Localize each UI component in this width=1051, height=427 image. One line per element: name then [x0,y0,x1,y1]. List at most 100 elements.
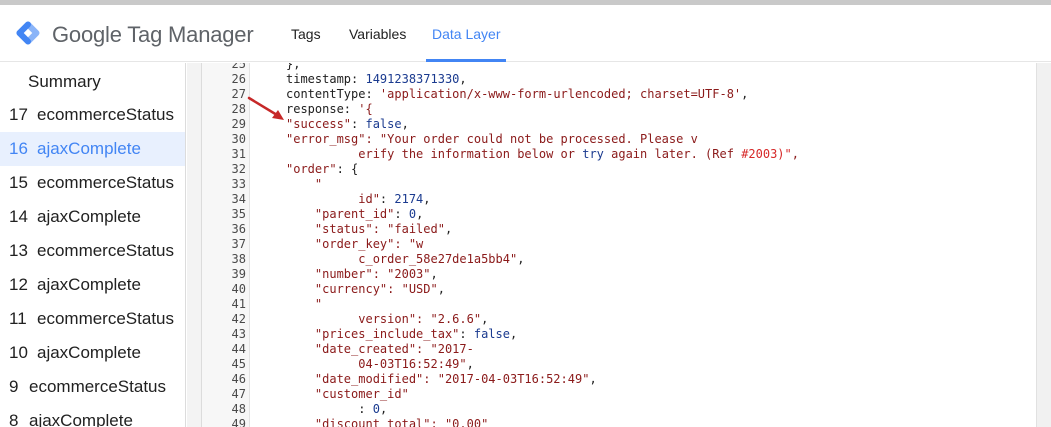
code-token: timestamp: [286,72,366,86]
event-number: 17 [9,105,28,124]
code-token: try [582,147,604,161]
code-line: 39 "number": "2003", [202,267,1036,282]
code-token: "discount_total": "0.00" [286,417,489,427]
event-number: 9 [9,377,19,396]
code-text: response: '{ [286,102,373,117]
app-title[interactable]: Google Tag Manager [52,22,254,48]
sidebar-event-item[interactable]: 9 ecommerceStatus [0,370,185,404]
code-line: 38 c_order_58e27de1a5bb4", [202,252,1036,267]
red-arrow-annotation-icon [247,96,284,120]
event-number: 15 [9,173,28,192]
line-number: 40 [231,282,246,296]
code-token: contentType: [286,87,380,101]
line-number: 25 [231,63,246,71]
code-token: id" [286,192,380,206]
code-token: 'application/x-www-form-urlencoded; char… [379,87,742,101]
sidebar-event-item[interactable]: 14 ajaxComplete [0,200,185,234]
code-text: "discount_total": "0.00" [286,417,488,427]
code-text: "order_key": "w [286,237,423,252]
event-label: ecommerceStatus [37,105,174,124]
sidebar-event-item[interactable]: 10 ajaxComplete [0,336,185,370]
code-token: "order" [286,162,337,176]
event-sidebar: Summary 17 ecommerceStatus 16 ajaxComplete 1… [0,63,186,427]
code-token: : { [336,162,359,176]
event-label: ecommerceStatus [37,309,174,328]
line-number: 46 [231,372,246,386]
line-number: 32 [231,162,246,176]
code-token: 2174 [394,192,424,206]
line-number: 38 [231,252,246,266]
code-token: "prices_include_tax" [286,327,460,341]
code-line: 31 erify the information below or try ag… [202,147,1036,162]
code-line: 34 id": 2174, [202,192,1036,207]
sidebar-event-item[interactable]: 12 ajaxComplete [0,268,185,302]
event-label: ecommerceStatus [29,377,166,396]
event-number: 10 [9,343,28,362]
sidebar-event-item[interactable]: 8 ajaxComplete [0,404,185,427]
code-token: }, [286,63,301,71]
code-text: " [286,297,322,312]
code-token: , [423,192,431,206]
line-number: 48 [231,402,246,416]
code-token: "currency": "USD" [286,282,438,296]
page-scrollbar[interactable] [1036,63,1051,427]
sidebar-summary[interactable]: Summary [28,72,101,92]
sidebar-event-item[interactable]: 16 ajaxComplete [0,132,185,166]
code-token: , [589,372,597,386]
code-token: : [351,117,366,131]
line-number: 36 [231,222,246,236]
code-token: , [741,87,749,101]
code-text: timestamp: 1491238371330, [286,72,467,87]
code-line: 40 "currency": "USD", [202,282,1036,297]
code-text: id": 2174, [286,192,431,207]
code-token: , [509,327,518,341]
code-line: 43 "prices_include_tax": false, [202,327,1036,342]
code-token: , [466,357,474,371]
code-token: "error_msg": "Your order could not be pr… [286,132,698,146]
code-line: 42 version": "2.6.6", [202,312,1036,327]
event-number: 12 [9,275,28,294]
code-token: "date_modified": "2017-04-03T16:52:49" [286,372,590,386]
tab-variables[interactable]: Variables [349,5,406,62]
event-label: ajaxComplete [29,411,133,427]
sidebar-event-item[interactable]: 11 ecommerceStatus [0,302,185,336]
code-line: 30 "error_msg": "Your order could not be … [202,132,1036,147]
code-text: " [286,177,322,192]
code-line: 35 "parent_id": 0, [202,207,1036,222]
line-number: 37 [231,237,246,251]
app-header: Google Tag Manager Tags Variables Data L… [0,5,1051,62]
event-label: ajaxComplete [37,343,141,362]
code-token: "customer_id" [286,387,409,401]
event-number: 11 [9,309,27,328]
line-number: 41 [231,297,246,311]
code-token: : [286,402,373,416]
code-token: "success" [286,117,352,131]
code-token: , [444,222,453,236]
code-token: false [473,327,510,341]
tab-tags[interactable]: Tags [291,5,321,62]
pane-gutter [187,63,201,427]
code-token: '{ [358,102,373,116]
code-token: "parent_id" [286,207,395,221]
code-token: 0 [372,402,380,416]
code-token: , [517,252,525,266]
code-line: 37 "order_key": "w [202,237,1036,252]
line-number: 30 [231,132,246,146]
code-line: 25}, [202,63,1036,72]
code-line: 28 response: '{ [202,102,1036,117]
code-text: "date_created": "2017- [286,342,474,357]
code-token: , [401,117,409,131]
code-token: , [437,282,445,296]
sidebar-event-item[interactable]: 17 ecommerceStatus [0,98,185,132]
line-number: 29 [231,117,246,131]
line-number: 33 [231,177,246,191]
line-number: 34 [231,192,246,206]
sidebar-event-item[interactable]: 13 ecommerceStatus [0,234,185,268]
line-number: 43 [231,327,246,341]
tab-data-layer[interactable]: Data Layer [425,5,508,62]
code-text: c_order_58e27de1a5bb4", [286,252,524,267]
code-token: " [286,177,323,191]
line-number: 26 [231,72,246,86]
sidebar-event-item[interactable]: 15 ecommerceStatus [0,166,185,200]
line-number: 42 [231,312,246,326]
